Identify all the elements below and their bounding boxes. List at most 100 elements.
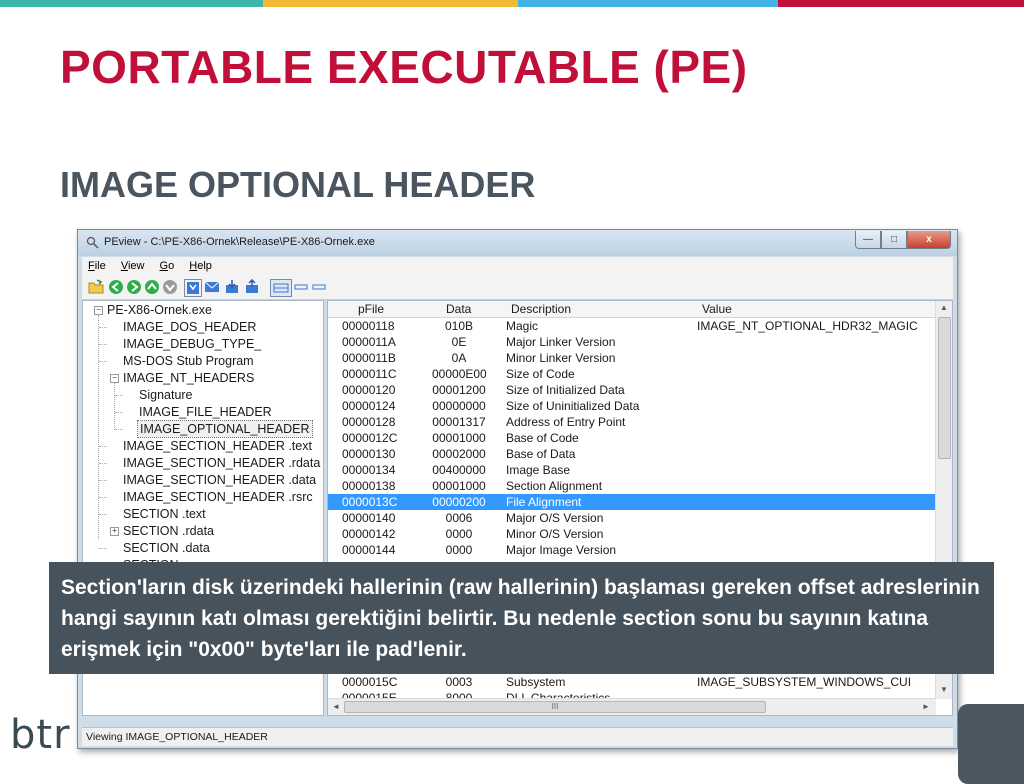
cell-description: Minor O/S Version	[506, 527, 604, 541]
table-row[interactable]: 00000130 00002000 Base of Data	[328, 446, 936, 462]
table-row[interactable]: 0000012C 00001000 Base of Code	[328, 430, 936, 446]
close-button[interactable]: x	[907, 231, 951, 249]
vertical-scroll-thumb[interactable]	[938, 317, 951, 459]
minimize-button[interactable]: —	[855, 231, 881, 249]
tree-item-debug-type[interactable]: IMAGE_DEBUG_TYPE_	[123, 336, 261, 352]
cell-data: 0006	[445, 511, 473, 525]
cell-data: 010B	[444, 319, 474, 333]
table-row[interactable]: 0000011B 0A Minor Linker Version	[328, 350, 936, 366]
tree-connector	[99, 327, 107, 328]
tree-connector	[99, 361, 107, 362]
maximize-button[interactable]: □	[881, 231, 907, 249]
scroll-up-icon[interactable]: ▲	[940, 303, 948, 312]
view-list-icon[interactable]	[294, 279, 308, 295]
btr-logo: btr	[10, 712, 71, 758]
table-row[interactable]: 0000013C 00000200 File Alignment	[328, 494, 936, 510]
column-header-pfile[interactable]: pFile	[358, 302, 384, 316]
down-icon[interactable]	[162, 279, 178, 295]
up-icon[interactable]	[144, 279, 160, 295]
expand-icon[interactable]: +	[110, 527, 119, 536]
tree-item-section-rdata[interactable]: SECTION .rdata	[123, 523, 214, 539]
forward-icon[interactable]	[126, 279, 142, 295]
table-row[interactable]: 0000011A 0E Major Linker Version	[328, 334, 936, 350]
cell-description: Minor Linker Version	[506, 351, 616, 365]
cell-pfile: 00000130	[342, 447, 396, 461]
decorative-shape	[958, 704, 1024, 784]
mail-icon[interactable]	[204, 279, 220, 295]
tree-item-optional-header[interactable]: IMAGE_OPTIONAL_HEADER	[137, 420, 313, 438]
back-icon[interactable]	[108, 279, 124, 295]
tree-item-section-header-rsrc[interactable]: IMAGE_SECTION_HEADER .rsrc	[123, 489, 313, 505]
tree-item-dos-stub[interactable]: MS-DOS Stub Program	[123, 353, 254, 369]
callout-text: Section'ların disk üzerindeki hallerinin…	[61, 576, 980, 661]
menu-file[interactable]: File	[88, 257, 106, 275]
collapse-icon[interactable]: −	[110, 374, 119, 383]
cell-description: Size of Initialized Data	[506, 383, 625, 397]
tree-item-section-text[interactable]: SECTION .text	[123, 506, 206, 522]
tree-connector	[99, 514, 107, 515]
slide-title: PORTABLE EXECUTABLE (PE)	[60, 41, 748, 93]
table-row[interactable]: 00000138 00001000 Section Alignment	[328, 478, 936, 494]
table-row[interactable]: 00000120 00001200 Size of Initialized Data	[328, 382, 936, 398]
cell-description: Major Linker Version	[506, 335, 616, 349]
menu-view[interactable]: View	[121, 257, 145, 275]
cell-description: Size of Code	[506, 367, 575, 381]
scroll-down-icon[interactable]: ▼	[940, 685, 948, 694]
top-color-stripe	[0, 0, 1024, 7]
cell-pfile: 00000134	[342, 463, 396, 477]
tree-item-section-header-rdata[interactable]: IMAGE_SECTION_HEADER .rdata	[123, 455, 320, 471]
tree-item-root[interactable]: PE-X86-Ornek.exe	[107, 302, 212, 318]
window-titlebar[interactable]: PEview - C:\PE-X86-Ornek\Release\PE-X86-…	[78, 230, 957, 256]
tree-connector	[99, 548, 107, 549]
menu-bar: File View Go Help	[82, 257, 953, 275]
table-row[interactable]: 0000015C 0003 Subsystem IMAGE_SUBSYSTEM_WIN…	[328, 674, 936, 690]
table-row[interactable]: 00000140 0006 Major O/S Version	[328, 510, 936, 526]
column-header-value[interactable]: Value	[702, 302, 732, 316]
cell-description: Size of Uninitialized Data	[506, 399, 640, 413]
table-row[interactable]: 00000128 00001317 Address of Entry Point	[328, 414, 936, 430]
cell-pfile: 00000118	[342, 319, 395, 333]
table-row[interactable]: 00000144 0000 Major Image Version	[328, 542, 936, 558]
view-detail-icon[interactable]	[312, 279, 326, 295]
cell-pfile: 00000138	[342, 479, 396, 493]
column-header-description[interactable]: Description	[511, 302, 571, 316]
tree-connector	[115, 429, 123, 430]
cell-pfile: 00000120	[342, 383, 396, 397]
tree-connector	[115, 412, 123, 413]
cell-data: 0A	[451, 351, 467, 365]
view-grid-icon[interactable]	[270, 279, 292, 297]
tree-item-section-header-text[interactable]: IMAGE_SECTION_HEADER .text	[123, 438, 312, 454]
cell-data: 0000	[445, 527, 473, 541]
stripe-segment	[0, 0, 263, 7]
slide-subtitle: IMAGE OPTIONAL HEADER	[60, 164, 536, 205]
horizontal-scroll-thumb[interactable]: III	[344, 701, 766, 713]
tree-item-dos-header[interactable]: IMAGE_DOS_HEADER	[123, 319, 256, 335]
horizontal-scrollbar[interactable]: ◄ III ►	[328, 698, 936, 715]
cell-description: Subsystem	[506, 675, 566, 689]
collapse-icon[interactable]: −	[94, 306, 103, 315]
table-row[interactable]: 00000124 00000000 Size of Uninitialized Da…	[328, 398, 936, 414]
tree-item-section-header-data[interactable]: IMAGE_SECTION_HEADER .data	[123, 472, 316, 488]
tree-item-signature[interactable]: Signature	[139, 387, 193, 403]
cell-value: IMAGE_NT_OPTIONAL_HDR32_MAGIC	[697, 319, 918, 333]
save-icon[interactable]	[184, 279, 202, 297]
export-icon[interactable]	[224, 279, 240, 295]
scroll-right-icon[interactable]: ►	[922, 702, 930, 711]
cell-description: Major Image Version	[506, 543, 617, 557]
tree-item-nt-headers[interactable]: IMAGE_NT_HEADERS	[123, 370, 254, 386]
cell-pfile: 0000012C	[342, 431, 398, 445]
tree-item-file-header[interactable]: IMAGE_FILE_HEADER	[139, 404, 272, 420]
table-row[interactable]: 0000011C 00000E00 Size of Code	[328, 366, 936, 382]
menu-go[interactable]: Go	[160, 257, 175, 275]
tree-item-section-data[interactable]: SECTION .data	[123, 540, 210, 556]
scroll-left-icon[interactable]: ◄	[332, 702, 340, 711]
column-header-data[interactable]: Data	[446, 302, 471, 316]
table-row[interactable]: 00000142 0000 Minor O/S Version	[328, 526, 936, 542]
table-row[interactable]: 00000134 00400000 Image Base	[328, 462, 936, 478]
open-file-icon[interactable]	[88, 279, 104, 295]
table-row[interactable]: 00000118 010B Magic IMAGE_NT_OPTIONAL_HDR32…	[328, 318, 936, 334]
tree-connector	[99, 344, 107, 345]
import-icon[interactable]	[244, 279, 260, 295]
menu-help[interactable]: Help	[189, 257, 212, 275]
explanation-callout: Section'ların disk üzerindeki hallerinin…	[49, 562, 994, 674]
